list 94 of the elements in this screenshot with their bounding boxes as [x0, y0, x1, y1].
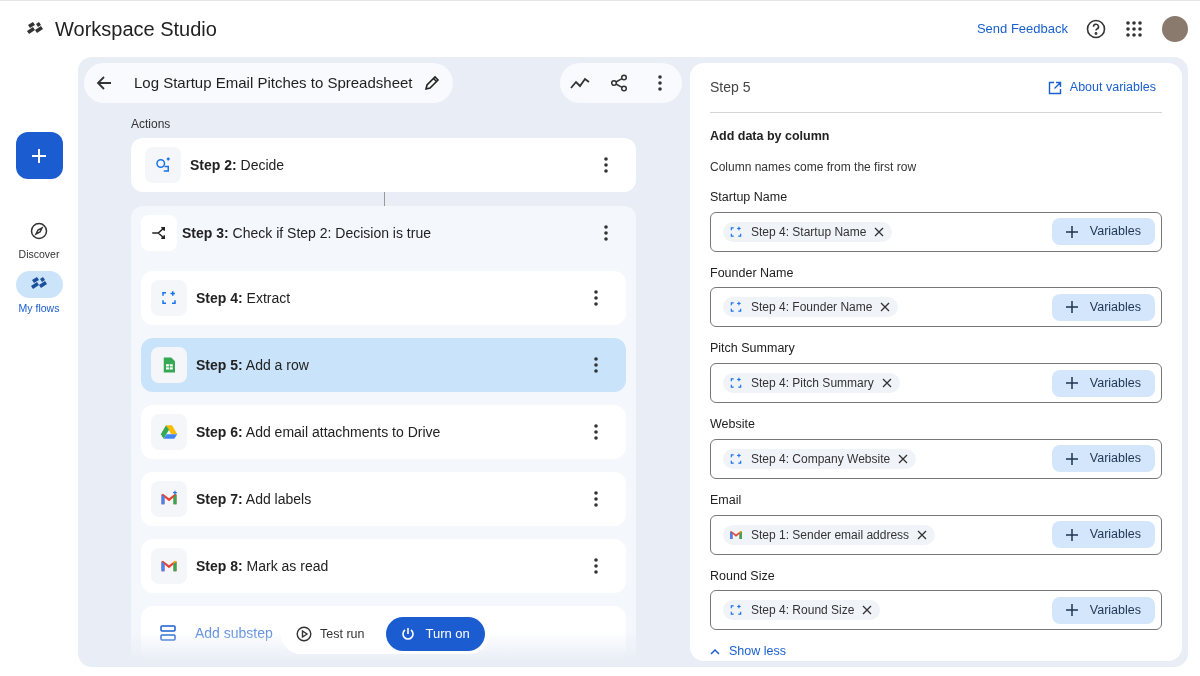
step-title: Step 4: Extract	[196, 288, 292, 308]
field-label: Email	[710, 491, 743, 509]
more-icon	[594, 357, 598, 373]
step-title: Step 3: Check if Step 2: Decision is true	[182, 223, 432, 243]
drive-icon	[160, 423, 178, 441]
extract-icon	[729, 603, 743, 618]
variables-button[interactable]: Variables	[1051, 218, 1155, 245]
rail-item[interactable]: Discover	[15, 217, 63, 263]
step-title: Step 5: Add a row	[196, 355, 310, 375]
variables-button[interactable]: Variables	[1051, 293, 1155, 321]
variable-field[interactable]: Step 4: Startup Name Variables	[710, 211, 1162, 252]
about-variables-link[interactable]: About variables	[1047, 78, 1156, 97]
feedback-link[interactable]: Send Feedback	[976, 19, 1068, 39]
close-icon[interactable]	[881, 378, 892, 388]
more-icon	[594, 290, 598, 306]
branch-icon	[150, 224, 168, 242]
extract-icon	[160, 289, 178, 307]
app-title: Workspace Studio	[55, 17, 217, 42]
chip-label: Step 4: Founder Name	[751, 299, 873, 317]
step-card[interactable]: Step 2: Decide	[131, 138, 636, 192]
external-link-icon	[1047, 80, 1062, 95]
more-icon	[604, 225, 608, 241]
close-icon[interactable]	[917, 529, 928, 540]
close-icon[interactable]	[880, 302, 891, 313]
step-card[interactable]: Step 4: Extract	[141, 271, 626, 325]
variables-button[interactable]: Variables	[1051, 596, 1155, 624]
plus-icon	[1065, 452, 1078, 465]
extract-icon	[729, 224, 743, 239]
variable-field[interactable]: Step 4: Company Website Variables	[710, 438, 1162, 479]
apps-icon[interactable]	[1126, 21, 1142, 37]
play-icon	[296, 626, 312, 642]
test-run-button[interactable]: Test run	[296, 624, 387, 644]
extract-icon	[729, 451, 743, 466]
back-icon	[96, 75, 112, 91]
chevron-up-icon	[710, 648, 720, 656]
variable-field[interactable]: Step 4: Round Size Variables	[710, 590, 1162, 631]
help-icon[interactable]	[1086, 19, 1106, 39]
extract-icon	[729, 376, 743, 390]
more-icon	[658, 75, 662, 91]
substep-icon	[159, 624, 177, 642]
activity-icon[interactable]	[570, 76, 590, 90]
logo-icon	[26, 21, 44, 37]
turn-on-button[interactable]: Turn on	[386, 617, 485, 651]
variables-button[interactable]: Variables	[1051, 521, 1155, 548]
step-title: Step 2: Decide	[190, 155, 286, 175]
section-heading: Add data by column	[710, 128, 831, 145]
field-label: Round Size	[710, 567, 776, 585]
avatar[interactable]	[1162, 16, 1188, 42]
field-label: Website	[710, 416, 756, 433]
power-icon	[401, 627, 416, 641]
show-less-button[interactable]: Show less	[710, 642, 1162, 661]
close-icon[interactable]	[898, 453, 909, 464]
plus-icon	[1065, 301, 1078, 314]
more-icon	[594, 424, 598, 440]
chip-label: Step 4: Round Size	[751, 602, 855, 620]
plus-icon	[1065, 377, 1078, 389]
chip-label: Step 1: Sender email address	[751, 526, 910, 544]
more-icon	[594, 558, 598, 574]
step-card[interactable]: Step 7: Add labels	[141, 472, 626, 526]
section-description: Column names come from the first row	[710, 158, 918, 176]
more-icon	[594, 491, 598, 507]
variables-button[interactable]: Variables	[1051, 369, 1155, 397]
step-card[interactable]: Step 5: Add a row	[141, 338, 626, 392]
step-title: Step 7: Add labels	[196, 489, 313, 509]
plus-icon	[30, 146, 48, 165]
step-card[interactable]: Step 6: Add email attachments to Drive	[141, 405, 626, 459]
extract-icon	[729, 300, 743, 315]
close-icon[interactable]	[862, 605, 873, 616]
variable-field[interactable]: Step 4: Founder Name Variables	[710, 287, 1162, 328]
variables-button[interactable]: Variables	[1051, 445, 1155, 473]
edit-icon[interactable]	[422, 74, 441, 92]
step-title: Step 8: Mark as read	[196, 556, 330, 576]
create-button[interactable]	[15, 132, 63, 179]
assistant-icon	[154, 156, 172, 174]
plus-icon	[1065, 604, 1078, 617]
chip-label: Step 4: Company Website	[751, 450, 891, 468]
chip-label: Step 4: Pitch Summary	[751, 375, 874, 392]
share-icon[interactable]	[610, 74, 628, 92]
panel-title: Step 5	[710, 78, 751, 98]
variable-field[interactable]: Step 1: Sender email address Variables	[710, 514, 1162, 555]
field-label: Startup Name	[710, 188, 789, 206]
step-title: Step 6: Add email attachments to Drive	[196, 422, 442, 442]
variable-field[interactable]: Step 4: Pitch Summary Variables	[710, 363, 1162, 403]
flow-title: Log Startup Email Pitches to Spreadsheet	[134, 72, 413, 93]
compass-icon	[30, 221, 48, 240]
more-icon	[604, 157, 608, 173]
plus-icon	[1065, 225, 1078, 238]
plus-icon	[1065, 528, 1078, 541]
field-label: Founder Name	[710, 264, 795, 282]
step-card[interactable]: Step 8: Mark as read	[141, 539, 626, 593]
section-label: Actions	[131, 116, 172, 133]
close-icon[interactable]	[874, 226, 885, 237]
chip-label: Step 4: Startup Name	[751, 223, 867, 241]
field-label: Pitch Summary	[710, 340, 796, 358]
